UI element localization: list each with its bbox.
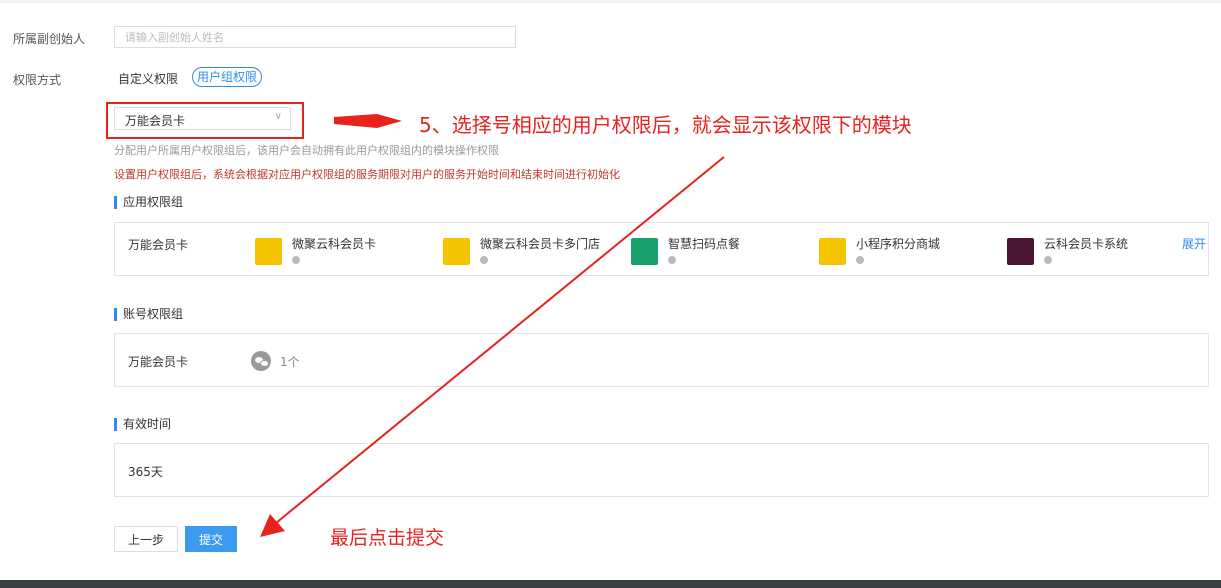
validity-box: 365天 [114,443,1209,497]
points-mall-icon [819,238,846,265]
module-name: 小程序积分商城 [856,237,941,251]
status-dot-icon [1044,256,1052,264]
account-count: 1个 [280,355,300,369]
footer-bar [0,580,1221,588]
status-dot-icon [856,256,864,264]
top-divider [0,0,1221,3]
step5-annotation: 5、选择号相应的用户权限后，就会显示该权限下的模块 [419,113,912,137]
account-group-box: 万能会员卡 1个 [114,333,1209,387]
right-arrow-icon [334,114,402,128]
module-name: 云科会员卡系统 [1044,237,1129,251]
validity-title: 有效时间 [114,418,171,431]
help-text: 分配用户所属用户权限组后，该用户会自动拥有此用户权限组内的模块操作权限 [114,144,499,157]
founder-input[interactable] [114,26,516,48]
dining-bell-icon [631,238,658,265]
submit-button[interactable]: 提交 [185,526,237,552]
module-name: 智慧扫码点餐 [668,237,741,251]
permission-mode-label: 权限方式 [13,73,62,87]
member-card-icon [255,238,282,265]
warning-text: 设置用户权限组后，系统会根据对应用户权限组的服务期限对用户的服务开始时间和结束时… [114,168,620,181]
final-annotation: 最后点击提交 [330,527,445,549]
status-dot-icon [480,256,488,264]
wechat-icon [251,351,271,371]
prev-step-button[interactable]: 上一步 [114,526,178,552]
crown-card-icon [443,238,470,265]
status-dot-icon [292,256,300,264]
annotation-arrows [260,114,725,537]
arrow-head-icon [260,514,285,537]
expand-link[interactable]: 展开 [1182,235,1206,252]
app-group-title: 应用权限组 [114,196,183,209]
vip-card-icon [1007,238,1034,265]
validity-value: 365天 [128,465,163,479]
founder-label: 所属副创始人 [13,32,86,46]
account-group-title: 账号权限组 [114,308,183,321]
app-group-name: 万能会员卡 [128,238,189,252]
group-select[interactable]: 万能会员卡 ∨ [114,107,291,130]
group-select-value: 万能会员卡 [125,114,186,128]
app-group-box: 万能会员卡 微聚云科会员卡 微聚云科会员卡多门店 智慧扫码点餐 小程序积分商城 … [114,222,1209,276]
chevron-down-icon: ∨ [274,111,282,122]
mode-custom-option[interactable]: 自定义权限 [118,70,178,87]
module-name: 微聚云科会员卡多门店 [480,237,601,251]
module-name: 微聚云科会员卡 [292,237,377,251]
status-dot-icon [668,256,676,264]
account-group-name: 万能会员卡 [128,355,189,369]
founder-name-field[interactable] [115,27,515,47]
mode-group-option[interactable]: 用户组权限 [192,67,263,87]
